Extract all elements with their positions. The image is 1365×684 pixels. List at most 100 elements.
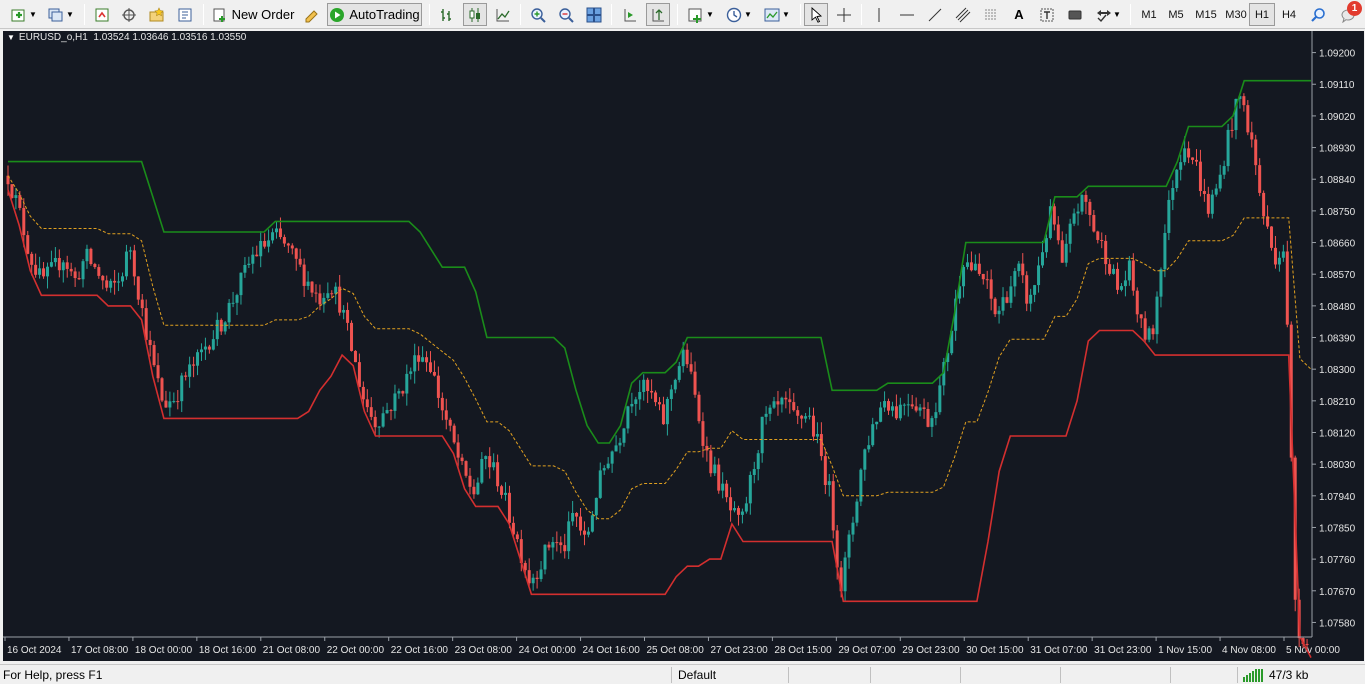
candle-body [373, 416, 377, 428]
navigator-icon [122, 7, 136, 22]
candle-body [1005, 297, 1009, 303]
candle-body [14, 195, 18, 199]
profiles-button[interactable]: ▼ [45, 3, 77, 26]
crosshair-button[interactable] [833, 3, 855, 26]
zoom-out-icon [559, 7, 574, 23]
candle-body [452, 425, 456, 443]
candle-body [1116, 268, 1120, 290]
equidistant-channel-button[interactable] [952, 3, 974, 26]
chart-shift-button[interactable] [619, 3, 641, 26]
candle-body [654, 392, 658, 403]
templates-button[interactable]: ▼ [760, 3, 794, 26]
candle-body [1041, 252, 1045, 266]
candle-body [164, 400, 168, 408]
timeframe-m1[interactable]: M1 [1136, 3, 1162, 26]
candle-body [1072, 213, 1076, 224]
new-order-button[interactable]: New Order [210, 3, 296, 26]
candle-body [756, 453, 760, 470]
navigator-button[interactable] [118, 3, 140, 26]
price-label: 1.09020 [1319, 112, 1356, 123]
candle-body [255, 254, 259, 257]
candle-body [361, 386, 365, 400]
notifications-button[interactable]: 1 [1334, 1, 1362, 26]
trendline-button[interactable] [924, 3, 946, 26]
candle-body [192, 364, 196, 366]
indicators-button[interactable]: ▼ [684, 3, 718, 26]
candle-body [879, 407, 883, 422]
candle-body [401, 391, 405, 394]
candle-body [571, 512, 575, 522]
candle-body [725, 483, 729, 498]
line-chart-button[interactable] [492, 3, 514, 26]
candle-body [768, 407, 772, 414]
time-label: 31 Oct 23:00 [1094, 645, 1152, 656]
timeframe-m30[interactable]: M30 [1221, 3, 1251, 26]
candle-body [772, 401, 776, 408]
candle-body [507, 492, 511, 523]
rectangle-icon [1068, 10, 1082, 19]
candle-body [61, 262, 65, 271]
candle-body [326, 293, 330, 298]
periods-button[interactable]: ▼ [722, 3, 756, 26]
candle-body [658, 402, 661, 405]
rectangle-button[interactable] [1064, 3, 1086, 26]
x-axis: 16 Oct 2024 17 Oct 08:00 18 Oct 00:00 18 Oc… [4, 637, 1340, 656]
candle-body [898, 404, 902, 419]
price-label: 1.08480 [1319, 302, 1356, 313]
candle-body [1080, 194, 1084, 212]
chart-menu-triangle-icon[interactable]: ▼ [7, 33, 15, 42]
fibonacci-button[interactable] [980, 3, 1002, 26]
candle-body [421, 357, 425, 362]
autoscroll-button[interactable] [646, 3, 670, 26]
horizontal-line-button[interactable] [896, 3, 918, 26]
line-chart-icon [496, 8, 510, 21]
candle-body [346, 309, 350, 323]
zoom-in-button[interactable] [527, 3, 549, 26]
candle-body [180, 375, 184, 402]
tile-windows-button[interactable] [583, 3, 605, 26]
candle-body [843, 557, 847, 592]
timeframe-m5[interactable]: M5 [1163, 3, 1189, 26]
candle-body [717, 464, 721, 491]
text-button[interactable]: A [1008, 3, 1030, 26]
candle-body [630, 403, 634, 407]
metaeditor-button[interactable] [300, 3, 322, 26]
candle-body [859, 469, 863, 502]
candle-body [168, 401, 172, 408]
bar-chart-button[interactable] [436, 3, 458, 26]
timeframe-h1[interactable]: H1 [1249, 3, 1275, 26]
search-button[interactable] [1307, 3, 1329, 26]
cursor-button[interactable] [804, 3, 828, 26]
text-label-button[interactable] [1036, 3, 1058, 26]
candle-body [819, 434, 823, 457]
price-chart[interactable]: 1.09200 1.09110 1.09020 1.08930 1.08840 1.087… [3, 31, 1364, 661]
candle-body [1127, 260, 1131, 281]
candle-body [709, 450, 713, 474]
candle-body [784, 397, 788, 400]
candle-body [890, 406, 894, 411]
candle-body [38, 268, 42, 275]
candlestick-button[interactable] [463, 3, 487, 26]
candle-body [962, 266, 966, 287]
timeframe-h4[interactable]: H4 [1276, 3, 1302, 26]
timeframe-m15[interactable]: M15 [1191, 3, 1221, 26]
candle-body [733, 508, 737, 511]
new-chart-button[interactable]: ▼ [8, 3, 40, 26]
favorites-button[interactable] [146, 3, 168, 26]
arrows-button[interactable]: ▼ [1092, 3, 1124, 26]
price-label: 1.08840 [1319, 175, 1356, 186]
candle-body [563, 545, 567, 552]
candle-body [385, 410, 389, 414]
candle-body [780, 397, 784, 405]
autotrading-button[interactable]: AutoTrading [327, 3, 422, 26]
candle-body [906, 404, 910, 406]
chart-header: ▼ EURUSD_o,H1 1.03524 1.03646 1.03516 1.… [7, 32, 246, 43]
terminal-button[interactable] [174, 3, 196, 26]
vertical-line-button[interactable] [868, 3, 890, 26]
candle-body [1230, 129, 1234, 131]
zoom-out-button[interactable] [555, 3, 577, 26]
candle-body [752, 469, 756, 475]
market-watch-button[interactable] [91, 3, 113, 26]
candle-body [1033, 285, 1037, 295]
dropdown-arrow-icon: ▼ [29, 10, 37, 19]
